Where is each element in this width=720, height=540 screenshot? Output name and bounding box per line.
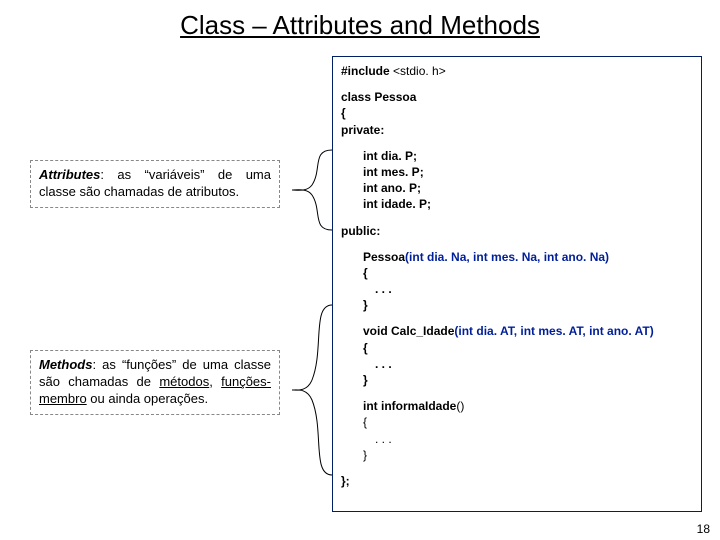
code-m2-name: informaIdade <box>381 399 456 413</box>
code-private: private: <box>341 122 693 138</box>
code-class-kw: class <box>341 90 374 104</box>
code-m2-sig: () <box>456 399 464 413</box>
code-attr4-type: int <box>363 197 381 211</box>
code-m1-ret: void <box>363 324 391 338</box>
note-methods-u1: métodos <box>159 374 209 389</box>
code-attr1-name: dia. P; <box>381 149 417 163</box>
note-methods: Methods: as “funções” de uma classe são … <box>30 350 280 415</box>
page-number: 18 <box>697 522 710 536</box>
code-ctor-open: { <box>341 265 693 281</box>
code-class-name: Pessoa <box>374 90 416 104</box>
code-ctor-close: } <box>341 297 693 313</box>
code-m2-body: . . . <box>341 431 693 447</box>
page-title: Class – Attributes and Methods <box>0 0 720 43</box>
code-attr4-name: idade. P; <box>381 197 431 211</box>
code-brace-open: { <box>341 105 693 121</box>
code-attr1-type: int <box>363 149 381 163</box>
code-attr2-name: mes. P; <box>381 165 424 179</box>
code-box: #include <stdio. h> class Pessoa { priva… <box>332 56 702 512</box>
note-methods-sep1: , <box>209 374 221 389</box>
code-include-kw: #include <box>341 64 393 78</box>
note-attributes: Attributes: as “variáveis” de uma classe… <box>30 160 280 208</box>
note-methods-lead: Methods <box>39 357 92 372</box>
code-m1-name: Calc_Idade <box>391 324 454 338</box>
code-include-hdr: <stdio. h> <box>393 64 446 78</box>
code-m2-open: { <box>341 414 693 430</box>
code-m1-sig: (int dia. AT, int mes. AT, int ano. AT) <box>454 324 653 338</box>
code-attr3-type: int <box>363 181 381 195</box>
code-ctor-name: Pessoa <box>363 250 405 264</box>
code-m1-close: } <box>341 372 693 388</box>
code-m2-ret: int <box>363 399 381 413</box>
code-attr2-type: int <box>363 165 381 179</box>
code-public: public: <box>341 223 693 239</box>
code-class-close: }; <box>341 473 693 489</box>
note-methods-text-2: ou ainda operações. <box>87 391 208 406</box>
code-ctor-sig: (int dia. Na, int mes. Na, int ano. Na) <box>405 250 609 264</box>
note-attributes-lead: Attributes <box>39 167 100 182</box>
brace-methods-icon <box>282 300 332 480</box>
brace-attributes-icon <box>282 145 332 235</box>
code-m2-close: } <box>341 447 693 463</box>
code-m1-open: { <box>341 340 693 356</box>
code-m1-body: . . . <box>341 356 693 372</box>
code-attr3-name: ano. P; <box>381 181 421 195</box>
code-ctor-body: . . . <box>341 281 693 297</box>
